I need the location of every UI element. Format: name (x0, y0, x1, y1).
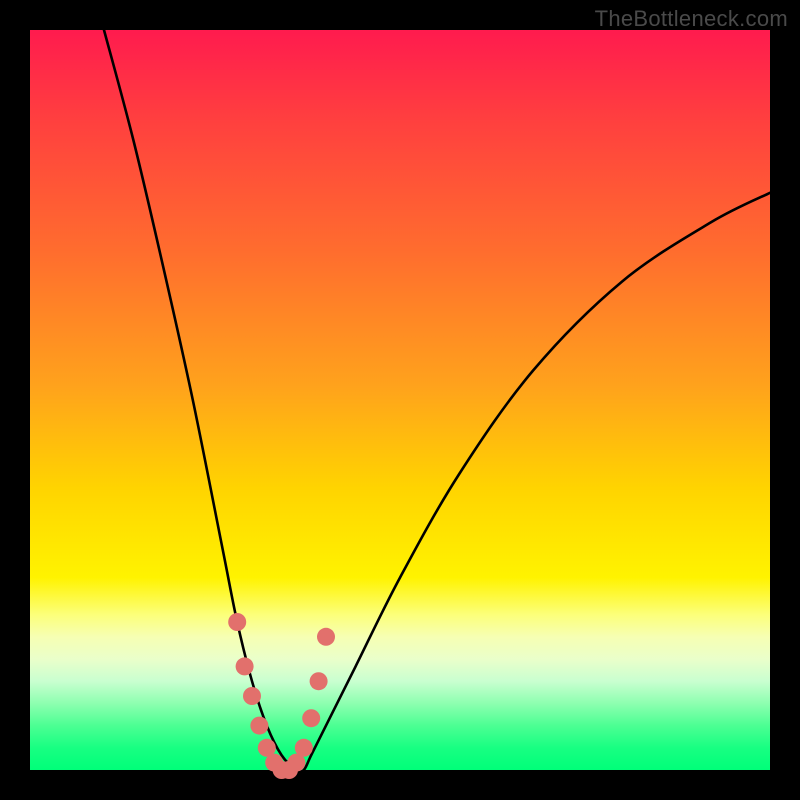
chart-frame: TheBottleneck.com (0, 0, 800, 800)
marker-dot (310, 672, 328, 690)
bottleneck-curve-path (104, 30, 770, 772)
marker-dot (236, 657, 254, 675)
curve-layer (30, 30, 770, 770)
marker-dot (250, 717, 268, 735)
plot-area (30, 30, 770, 770)
marker-dot (317, 628, 335, 646)
marker-dot (228, 613, 246, 631)
marker-dot (295, 739, 313, 757)
watermark-text: TheBottleneck.com (595, 6, 788, 32)
marker-dot (243, 687, 261, 705)
marker-dot (302, 709, 320, 727)
